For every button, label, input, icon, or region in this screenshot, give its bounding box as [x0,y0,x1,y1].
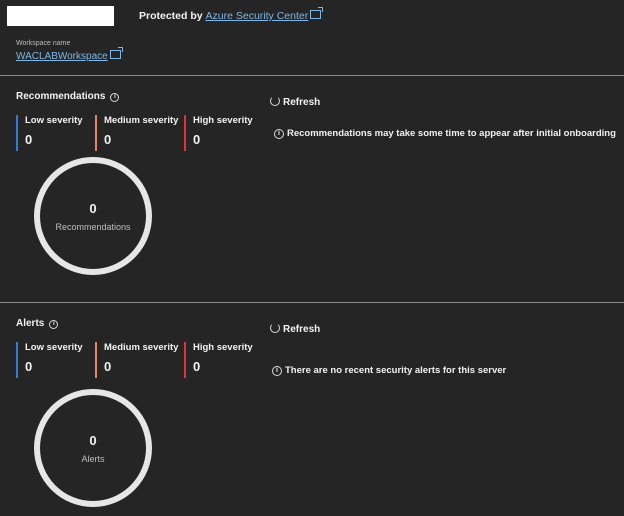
info-icon[interactable]: i [110,93,120,102]
protected-by-text: Protected by [139,10,203,22]
recommendations-caption: Recommendations [55,221,131,232]
info-icon: i [272,366,282,376]
alerts-count: 0 [89,432,97,448]
alerts-refresh-button[interactable]: Refresh [270,322,320,335]
alert-medium-severity: Medium severity 0 [95,342,178,378]
external-link-icon [109,47,123,59]
recommendations-title: Recommendations i [16,91,120,103]
rec-high-severity: High severity 0 [184,115,253,151]
alerts-note: i There are no recent security alerts for… [272,365,506,377]
azure-security-center-link[interactable]: Azure Security Center [206,7,324,22]
recommendations-count: 0 [89,200,97,216]
recommendations-donut: 0 Recommendations [34,157,152,275]
recommendations-note: i Recommendations may take some time to a… [274,128,616,140]
recommendations-refresh-button[interactable]: Refresh [270,95,320,108]
redacted-title-box [7,6,114,26]
workspace-link[interactable]: WACLABWorkspace [16,47,123,62]
alert-low-severity: Low severity 0 [16,342,83,378]
refresh-icon [270,323,280,333]
divider [0,302,624,303]
refresh-icon [270,96,280,106]
alerts-donut: 0 Alerts [34,389,152,507]
info-icon: i [274,129,284,139]
alert-high-severity: High severity 0 [184,342,253,378]
divider [0,75,624,76]
rec-medium-severity: Medium severity 0 [95,115,178,151]
external-link-icon [310,7,324,19]
alerts-caption: Alerts [81,453,105,464]
alerts-title: Alerts i [16,318,59,330]
rec-low-severity: Low severity 0 [16,115,83,151]
info-icon[interactable]: i [49,320,59,329]
workspace-name-label: Workspace name [16,40,71,47]
protected-by-line: Protected by Azure Security Center [139,7,324,22]
